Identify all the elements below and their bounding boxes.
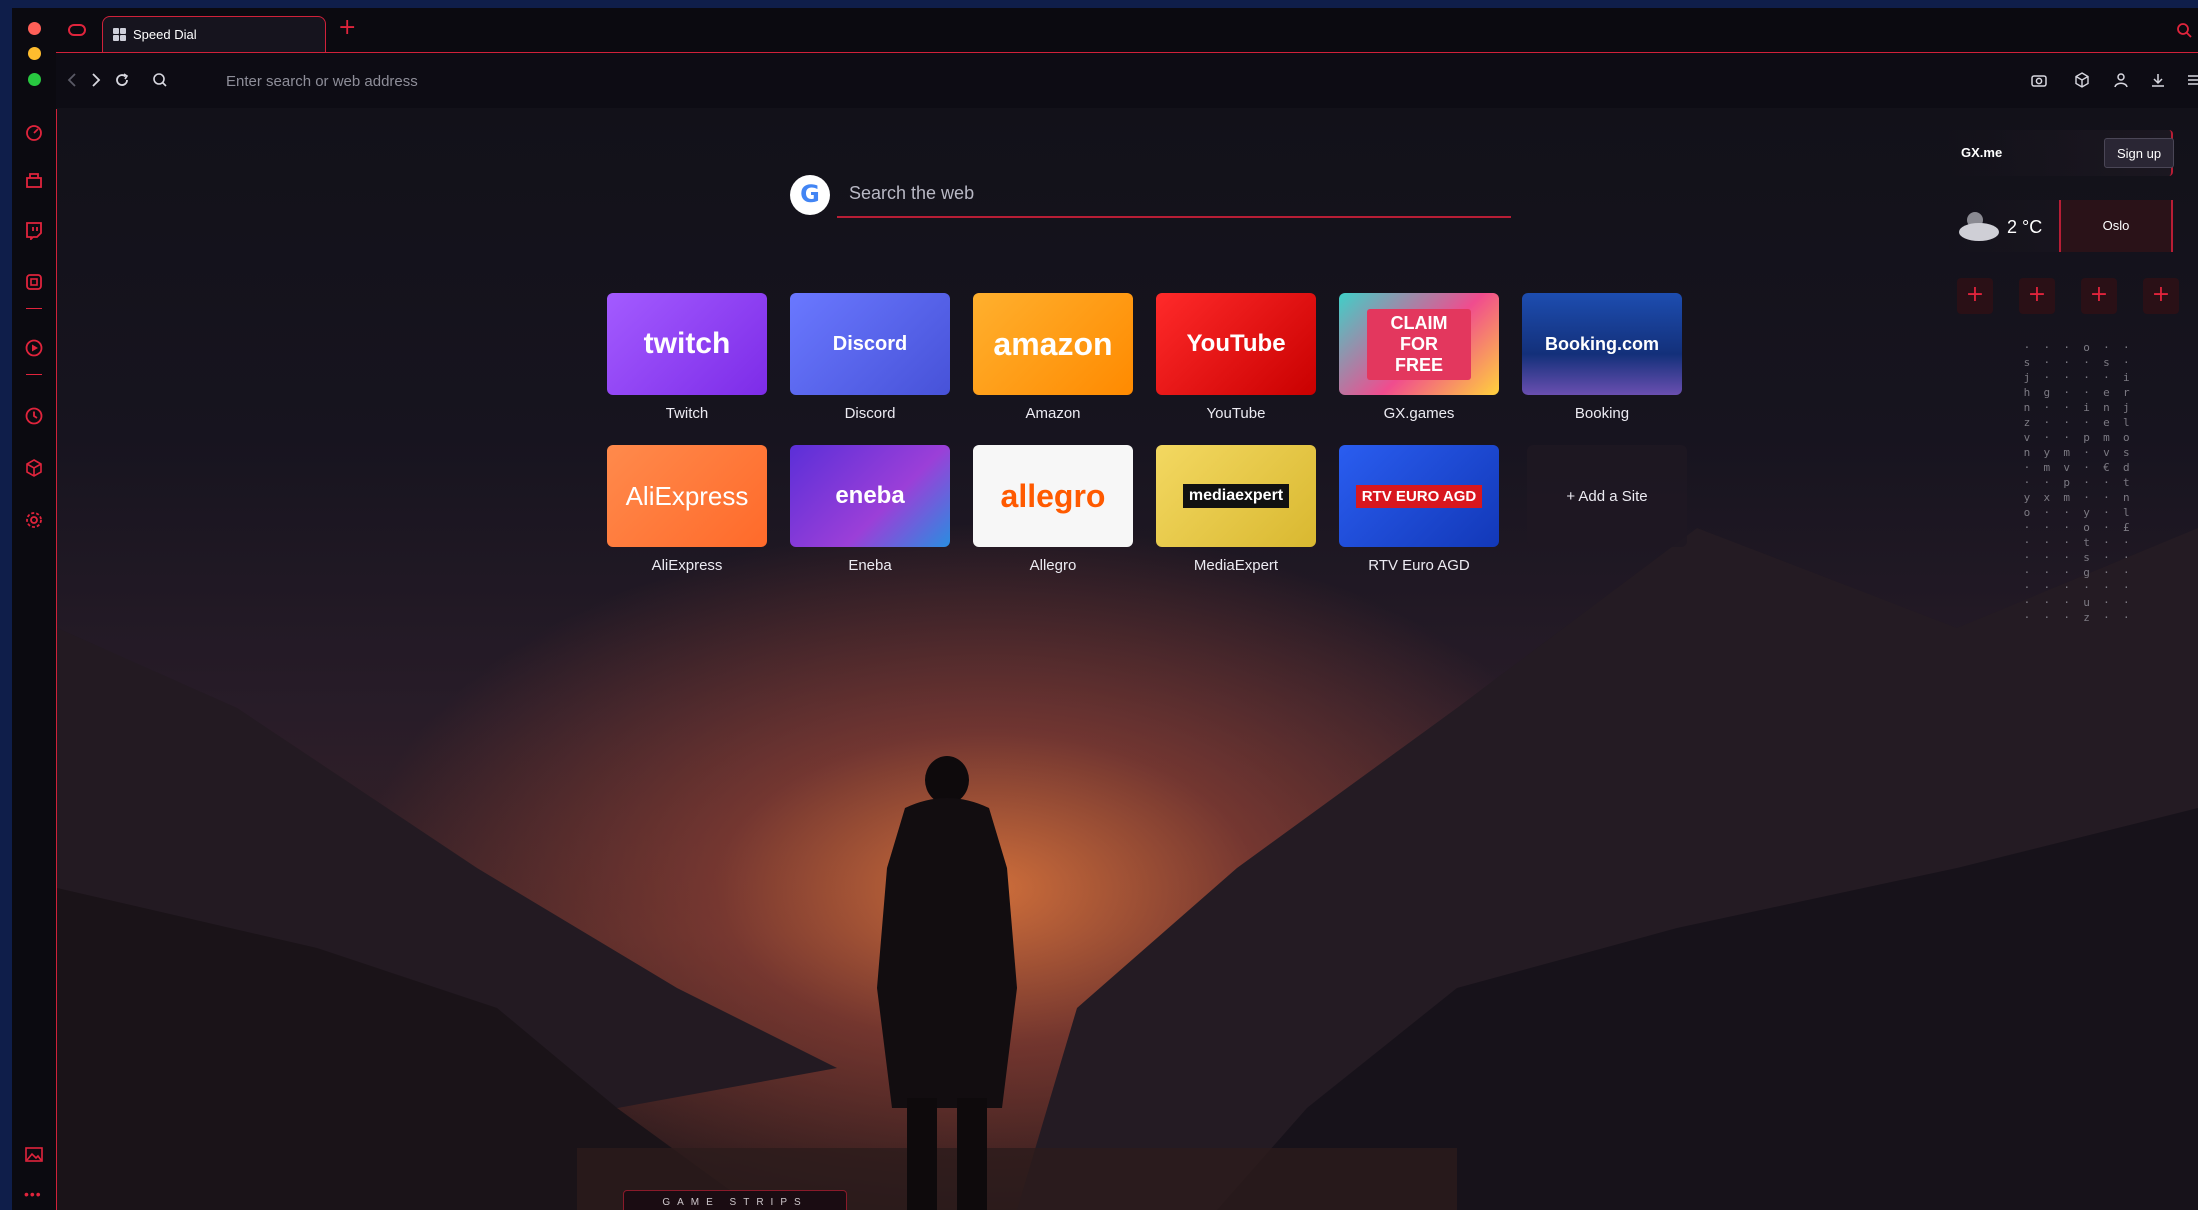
mediaexpert-thumbnail: mediaexpert	[1156, 445, 1316, 547]
add-shortcut-button[interactable]: +	[2143, 278, 2179, 314]
add-shortcut-button[interactable]: +	[2081, 278, 2117, 314]
tile-label: Amazon	[1025, 405, 1081, 422]
gx-control-icon[interactable]	[68, 24, 86, 36]
web-search-input[interactable]	[837, 170, 1511, 218]
account-icon[interactable]	[2112, 71, 2130, 89]
weather-city: Oslo	[2102, 218, 2130, 233]
add-shortcut-button[interactable]: +	[2019, 278, 2055, 314]
weather-temperature: 2 °C	[2007, 217, 2043, 237]
gx-me-widget: GX.me Sign up	[1949, 130, 2174, 176]
sidebar: •••	[12, 22, 57, 1210]
speed-dial-twitch[interactable]: twitch Twitch	[607, 293, 767, 422]
cloud-sun-icon	[1959, 212, 1999, 241]
weather-widget[interactable]: 2 °C Oslo	[1949, 200, 2173, 252]
player-icon[interactable]	[24, 272, 44, 292]
tab-speed-dial[interactable]: Speed Dial	[102, 16, 326, 52]
new-tab-button[interactable]: +	[338, 17, 356, 39]
tile-label: AliExpress	[651, 557, 723, 574]
camera-icon[interactable]	[2030, 71, 2048, 89]
tile-label: RTV Euro AGD	[1368, 557, 1470, 574]
reload-icon[interactable]	[112, 70, 132, 90]
tile-label: Discord	[844, 405, 896, 422]
twitch-icon[interactable]	[24, 220, 44, 240]
google-icon: G	[790, 175, 830, 215]
tab-search-icon[interactable]	[2176, 22, 2192, 38]
tile-label: Twitch	[665, 405, 709, 422]
tile-label: Allegro	[1029, 557, 1077, 574]
tile-label: MediaExpert	[1193, 557, 1279, 574]
settings-gear-icon[interactable]	[24, 510, 44, 530]
gx-games-thumbnail: CLAIM FOR FREE	[1339, 293, 1499, 395]
speed-dial-booking[interactable]: Booking.com Booking	[1522, 293, 1682, 422]
speed-dial-youtube[interactable]: YouTube YouTube	[1156, 293, 1316, 422]
speed-dial-aliexpress[interactable]: AliExpress AliExpress	[607, 445, 767, 574]
tile-label: YouTube	[1206, 405, 1266, 422]
tab-strip: Speed Dial +	[12, 8, 2198, 52]
more-icon[interactable]: •••	[24, 1186, 42, 1202]
youtube-thumbnail: YouTube	[1156, 293, 1316, 395]
twitch-thumbnail: twitch	[607, 293, 767, 395]
sidebar-divider	[26, 308, 42, 309]
gx-store-icon[interactable]	[24, 170, 44, 190]
extensions-cube-icon[interactable]	[24, 458, 44, 478]
booking-thumbnail: Booking.com	[1522, 293, 1682, 395]
amazon-thumbnail: amazon	[973, 293, 1133, 395]
game-strips-button[interactable]: GAME STRIPS	[623, 1190, 847, 1210]
close-window-button[interactable]	[28, 22, 41, 35]
speed-dial-amazon[interactable]: amazon Amazon	[973, 293, 1133, 422]
wallpaper-person	[877, 756, 1017, 1210]
history-icon[interactable]	[24, 406, 44, 426]
address-input[interactable]	[224, 65, 1128, 97]
easy-setup-menu-icon[interactable]	[2186, 71, 2198, 89]
discord-thumbnail: Discord	[790, 293, 950, 395]
tab-title: Speed Dial	[133, 27, 197, 42]
speed-dial-discord[interactable]: Discord Discord	[790, 293, 950, 422]
eneba-thumbnail: eneba	[790, 445, 950, 547]
add-shortcut-button[interactable]: +	[1957, 278, 1993, 314]
download-icon[interactable]	[2149, 71, 2167, 89]
allegro-thumbnail: allegro	[973, 445, 1133, 547]
wallpaper-icon[interactable]	[24, 1146, 44, 1164]
rtv-euro-agd-thumbnail: RTV EURO AGD	[1339, 445, 1499, 547]
address-bar	[56, 52, 2198, 109]
weather-city-box[interactable]: Oslo	[2059, 200, 2173, 252]
speed-dial-gx-games[interactable]: CLAIM FOR FREE GX.games	[1339, 293, 1499, 422]
sidebar-divider	[26, 374, 42, 375]
speed-dial-allegro[interactable]: allegro Allegro	[973, 445, 1133, 574]
grid-icon	[113, 28, 126, 41]
back-icon[interactable]	[62, 70, 82, 90]
gx-control-speed-icon[interactable]	[24, 122, 44, 142]
add-site-button[interactable]: + Add a Site	[1527, 445, 1687, 547]
zoom-window-button[interactable]	[28, 73, 41, 86]
gx-me-label: GX.me	[1961, 145, 2003, 160]
minimize-window-button[interactable]	[28, 47, 41, 60]
extensions-cube-icon[interactable]	[2073, 71, 2091, 89]
aliexpress-thumbnail: AliExpress	[607, 445, 767, 547]
search-icon	[153, 73, 167, 87]
forward-icon[interactable]	[86, 70, 106, 90]
tile-label: GX.games	[1383, 405, 1455, 422]
decorative-matrix-pattern: · · · o · · s · · · s · j · · · · i h g …	[2023, 341, 2130, 624]
tile-label: Booking	[1574, 405, 1630, 422]
speed-dial-mediaexpert[interactable]: mediaexpert MediaExpert	[1156, 445, 1316, 574]
speed-dial-rtv-euro-agd[interactable]: RTV EURO AGD RTV Euro AGD	[1339, 445, 1499, 574]
speed-dial-page: G twitch Twitch Discord Discord amazon A…	[57, 108, 2198, 1210]
music-player-icon[interactable]	[24, 338, 44, 358]
browser-window: Speed Dial + ••• Enter search or web add…	[12, 8, 2198, 1210]
speed-dial-eneba[interactable]: eneba Eneba	[790, 445, 950, 574]
sign-up-button[interactable]: Sign up	[2104, 138, 2174, 168]
tile-label: Eneba	[848, 557, 892, 574]
